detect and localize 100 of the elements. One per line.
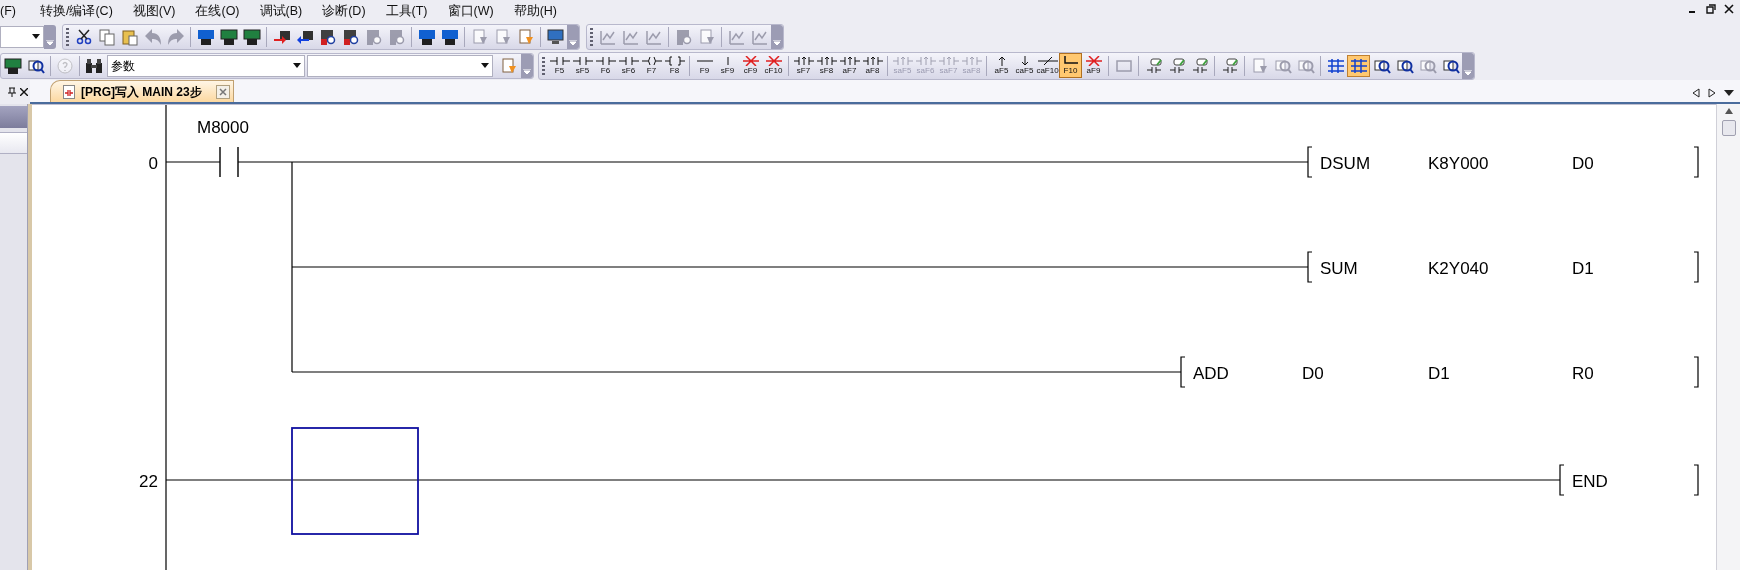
dropdown-icon bbox=[293, 63, 301, 68]
ladder-symbol-icon bbox=[816, 56, 837, 66]
ladder-tool-button[interactable]: sF7 bbox=[792, 53, 815, 78]
scroll-right-icon[interactable] bbox=[1708, 88, 1716, 98]
ladder-tool-button[interactable]: aF5 bbox=[990, 53, 1013, 78]
menu-item[interactable]: 窗口(W) bbox=[437, 1, 504, 21]
ladder-tool-button[interactable]: aF9 bbox=[1082, 53, 1105, 78]
paste-icon bbox=[120, 27, 139, 46]
ladder-tool-button[interactable]: aF7 bbox=[838, 53, 861, 78]
ladder-symbol-icon bbox=[892, 56, 913, 66]
scroll-up-icon[interactable] bbox=[1724, 108, 1733, 114]
cursor-box[interactable] bbox=[291, 427, 419, 535]
instruction-bracket bbox=[1307, 251, 1313, 283]
instruction-bracket bbox=[1693, 146, 1699, 178]
search-combo-box[interactable]: 参数 bbox=[107, 54, 305, 77]
toolbar-grip[interactable] bbox=[66, 27, 69, 46]
ladder-symbol-icon bbox=[572, 56, 593, 66]
toolbar-grip[interactable] bbox=[542, 56, 545, 75]
comment-icon bbox=[1144, 56, 1163, 75]
scroll-left-icon[interactable] bbox=[1692, 88, 1700, 98]
instruction-bracket bbox=[1693, 464, 1699, 496]
ladder-tool-button[interactable]: cF10 bbox=[762, 53, 785, 78]
pin-icon[interactable] bbox=[8, 87, 16, 97]
ladder-symbol-icon bbox=[938, 56, 959, 66]
menu-item[interactable]: 视图(V) bbox=[122, 1, 186, 21]
doc-icon bbox=[500, 56, 518, 75]
ladder-tool-button[interactable]: sF9 bbox=[716, 53, 739, 78]
ladder-symbol-icon bbox=[740, 56, 761, 66]
combo-box[interactable] bbox=[307, 54, 493, 77]
ladder-symbol-icon bbox=[862, 56, 883, 66]
instruction-bracket bbox=[1559, 464, 1565, 496]
combo-box[interactable] bbox=[0, 25, 44, 48]
ladder-symbol-icon bbox=[618, 56, 639, 66]
dropdown-icon bbox=[773, 39, 781, 46]
toolbar-options-button[interactable] bbox=[771, 24, 783, 49]
doc-icon bbox=[470, 27, 489, 46]
restore-icon[interactable] bbox=[1706, 4, 1716, 14]
ladder-symbol-icon bbox=[961, 56, 982, 66]
toolbar-grip[interactable] bbox=[590, 27, 593, 46]
monitor-icon bbox=[546, 27, 565, 46]
ladder-tool-button[interactable]: F6 bbox=[594, 53, 617, 78]
ladder-symbol-icon bbox=[997, 56, 1006, 66]
dropdown-icon bbox=[481, 63, 489, 68]
dropdown-icon bbox=[1464, 69, 1472, 76]
ladder-tool-button[interactable]: sF5 bbox=[571, 53, 594, 78]
instruction-name: SUM bbox=[1320, 258, 1358, 280]
ladder-symbol-icon bbox=[915, 56, 936, 66]
copy-icon bbox=[97, 27, 116, 46]
operand: K8Y000 bbox=[1428, 153, 1489, 175]
ladder-symbol-icon bbox=[1083, 56, 1104, 66]
document-tab[interactable]: [PRG]写入 MAIN 23步 bbox=[50, 80, 234, 102]
ladder-tool-button[interactable]: sF6 bbox=[617, 53, 640, 78]
contact-symbol[interactable] bbox=[219, 146, 239, 178]
ladder-tool-button[interactable]: F9 bbox=[693, 53, 716, 78]
toolbar-options-button[interactable] bbox=[44, 24, 56, 49]
close-icon[interactable] bbox=[1724, 4, 1734, 14]
ladder-tool-button[interactable]: F10 bbox=[1059, 53, 1082, 78]
ladder-tool-button[interactable]: F8 bbox=[663, 53, 686, 78]
ladder-symbol-icon bbox=[595, 56, 616, 66]
dropdown-icon bbox=[46, 39, 54, 46]
comment-icon bbox=[1220, 56, 1239, 75]
dropdown-icon[interactable] bbox=[1724, 90, 1734, 96]
instruction-bracket bbox=[1693, 251, 1699, 283]
scroll-thumb[interactable] bbox=[1721, 120, 1736, 136]
combo-value: 参数 bbox=[111, 57, 135, 75]
doc-icon bbox=[1250, 56, 1269, 75]
menu-item[interactable]: (F) bbox=[0, 1, 30, 21]
ladder-tool-button[interactable]: caF5 bbox=[1013, 53, 1036, 78]
operand: D0 bbox=[1572, 153, 1594, 175]
panel-item[interactable] bbox=[0, 132, 27, 154]
ladder-tool-button[interactable]: sF8 bbox=[815, 53, 838, 78]
operand: D1 bbox=[1428, 363, 1450, 385]
ladder-tool-button[interactable]: F5 bbox=[548, 53, 571, 78]
panel-header bbox=[0, 106, 27, 128]
instruction-name: END bbox=[1572, 471, 1608, 493]
redo-icon bbox=[166, 27, 185, 46]
ladder-symbol-icon bbox=[763, 56, 784, 66]
menu-item[interactable]: 诊断(D) bbox=[312, 1, 376, 21]
ladder-tool-button[interactable]: F7 bbox=[640, 53, 663, 78]
menu-item[interactable]: 调试(B) bbox=[249, 1, 313, 21]
menu-item[interactable]: 帮助(H) bbox=[503, 1, 567, 21]
tab-label: [PRG]写入 MAIN 23步 bbox=[81, 83, 202, 101]
dropdown-icon bbox=[523, 68, 531, 75]
vertical-scrollbar[interactable] bbox=[1716, 104, 1740, 570]
ladder-symbol-icon bbox=[839, 56, 860, 66]
menu-item[interactable]: 在线(O) bbox=[185, 1, 250, 21]
menu-item[interactable]: 工具(T) bbox=[375, 1, 438, 21]
dropdown-icon bbox=[32, 34, 40, 39]
dropdown-icon bbox=[569, 39, 577, 46]
instruction-bracket bbox=[1693, 356, 1699, 388]
ladder-tool-button[interactable]: aF8 bbox=[861, 53, 884, 78]
toolbar-options-button[interactable] bbox=[521, 53, 533, 78]
ladder-symbol-icon bbox=[1037, 56, 1058, 66]
operand: D1 bbox=[1572, 258, 1594, 280]
menu-item[interactable]: 转换/编译(C) bbox=[29, 1, 123, 21]
operand: D0 bbox=[1302, 363, 1324, 385]
close-icon[interactable] bbox=[20, 88, 28, 96]
ladder-symbol-icon bbox=[793, 56, 814, 66]
ladder-tool-button[interactable]: cF9 bbox=[739, 53, 762, 78]
ladder-tool-button[interactable]: caF10 bbox=[1036, 53, 1059, 78]
